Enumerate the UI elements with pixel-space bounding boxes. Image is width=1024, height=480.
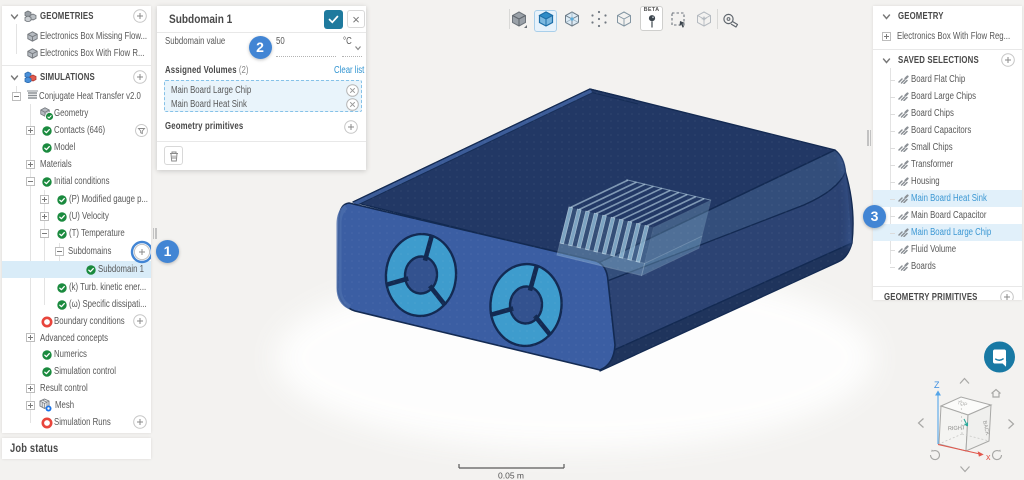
svg-text:RIGHT: RIGHT — [948, 425, 966, 432]
svg-text:0.05 m: 0.05 m — [498, 471, 524, 480]
svg-text:x: x — [986, 452, 991, 462]
svg-text:Z: Z — [934, 380, 940, 390]
